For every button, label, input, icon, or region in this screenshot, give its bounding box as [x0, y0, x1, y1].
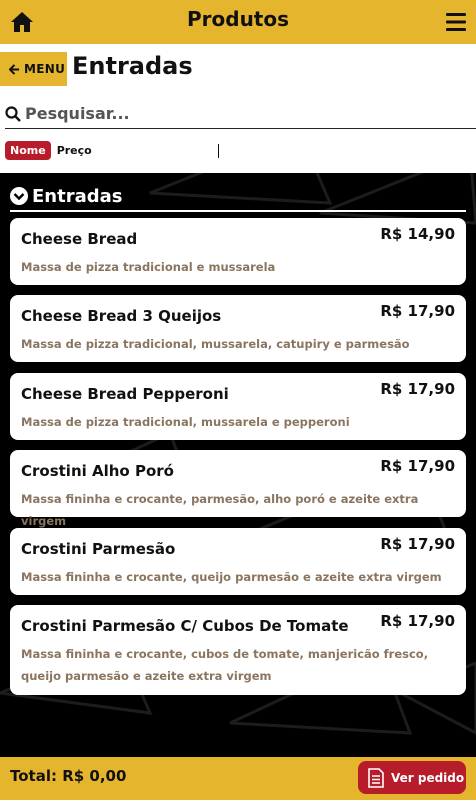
product-price: R$ 17,90 [380, 380, 455, 398]
order-total: Total: R$ 0,00 [10, 767, 127, 785]
product-price: R$ 17,90 [380, 535, 455, 553]
product-card[interactable]: Cheese Bread 3 Queijos R$ 17,90 Massa de… [10, 295, 466, 362]
product-description: Massa fininha e crocante, parmesão, alho… [21, 492, 419, 528]
page-title: Entradas [72, 52, 193, 80]
product-list-area[interactable]: Entradas Cheese Bread R$ 14,90 Massa de … [0, 173, 476, 757]
product-card[interactable]: Crostini Parmesão R$ 17,90 Massa fininha… [10, 528, 466, 595]
arrow-left-icon [9, 63, 20, 75]
text-cursor [218, 144, 219, 158]
view-order-label: Ver pedido [391, 770, 465, 785]
sort-by-price-button[interactable]: Preço [57, 144, 92, 157]
section-title: Entradas [32, 185, 123, 207]
search-icon [5, 105, 21, 122]
product-description: Massa de pizza tradicional, mussarela, c… [21, 337, 410, 351]
header-title: Produtos [186, 7, 290, 31]
product-card[interactable]: Cheese Bread Pepperoni R$ 17,90 Massa de… [10, 373, 466, 440]
back-button-label: MENU [24, 62, 66, 76]
hamburger-menu-icon[interactable] [446, 13, 466, 31]
product-card[interactable]: Crostini Parmesão C/ Cubos De Tomate R$ … [10, 605, 466, 695]
sort-options: Nome Preço [5, 140, 92, 160]
section-header[interactable]: Entradas [10, 182, 466, 212]
product-description: Massa de pizza tradicional e mussarela [21, 260, 276, 274]
product-description: Massa de pizza tradicional, mussarela e … [21, 415, 350, 429]
bottom-bar: Total: R$ 0,00 Ver pedido [0, 757, 476, 800]
product-price: R$ 17,90 [380, 302, 455, 320]
product-card[interactable]: Crostini Alho Poró R$ 17,90 Massa fininh… [10, 450, 466, 528]
chevron-down-circle-icon [10, 187, 28, 205]
product-description: Massa fininha e crocante, queijo parmesã… [21, 570, 442, 584]
product-description: Massa fininha e crocante, cubos de tomat… [21, 647, 429, 683]
receipt-icon [368, 767, 384, 788]
product-card[interactable]: Cheese Bread R$ 14,90 Massa de pizza tra… [10, 218, 466, 285]
back-to-menu-button[interactable]: MENU [0, 52, 67, 86]
product-price: R$ 14,90 [380, 225, 455, 243]
product-price: R$ 17,90 [380, 457, 455, 475]
search-input[interactable] [25, 104, 445, 123]
top-bar: Produtos [0, 0, 476, 44]
sort-by-name-button[interactable]: Nome [5, 140, 51, 160]
product-price: R$ 17,90 [380, 612, 455, 630]
search-bar [5, 99, 476, 129]
view-order-button[interactable]: Ver pedido [358, 761, 466, 794]
